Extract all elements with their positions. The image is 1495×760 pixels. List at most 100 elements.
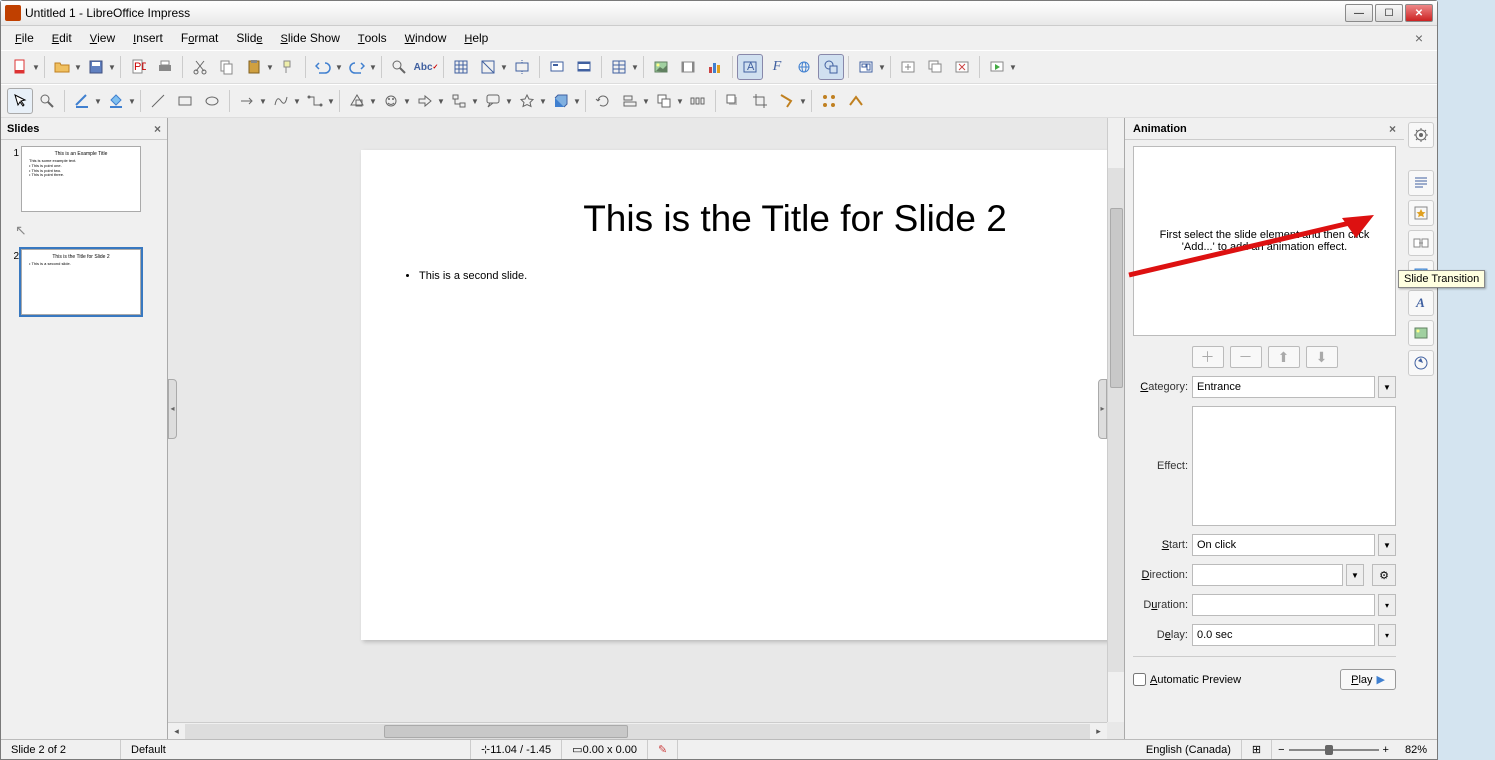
slide-title[interactable]: This is the Title for Slide 2 xyxy=(361,198,1124,240)
undo-dropdown[interactable]: ▼ xyxy=(335,63,343,72)
slides-panel-close[interactable]: × xyxy=(154,122,161,136)
open-button[interactable] xyxy=(49,54,75,80)
snap-button[interactable] xyxy=(475,54,501,80)
slide-layout-dropdown[interactable]: ▼ xyxy=(878,63,886,72)
arrow-dropdown[interactable]: ▼ xyxy=(259,97,267,106)
callout-button[interactable] xyxy=(480,88,506,114)
menu-format[interactable]: Format xyxy=(173,29,226,47)
new-dropdown[interactable]: ▼ xyxy=(32,63,40,72)
fit-page-button[interactable]: ⊞ xyxy=(1242,740,1272,759)
zoom-tool-button[interactable] xyxy=(34,88,60,114)
delay-spinner[interactable]: ▾ xyxy=(1378,624,1396,646)
slide-thumbnail-2[interactable]: This is the Title for Slide 2 • This is … xyxy=(21,249,141,315)
duplicate-slide-button[interactable] xyxy=(922,54,948,80)
zoom-slider[interactable]: − + xyxy=(1272,744,1395,756)
line-color-dropdown[interactable]: ▼ xyxy=(94,97,102,106)
rectangle-button[interactable] xyxy=(172,88,198,114)
vscroll-handle[interactable] xyxy=(1110,208,1123,388)
status-language[interactable]: English (Canada) xyxy=(1136,740,1242,759)
snap-dropdown[interactable]: ▼ xyxy=(500,63,508,72)
shapes-button[interactable] xyxy=(818,54,844,80)
connector-dropdown[interactable]: ▼ xyxy=(327,97,335,106)
menu-slideshow[interactable]: Slide Show xyxy=(273,29,348,47)
menu-tools[interactable]: Tools xyxy=(350,29,395,47)
connector-button[interactable] xyxy=(302,88,328,114)
save-button[interactable] xyxy=(83,54,109,80)
animation-panel-close[interactable]: × xyxy=(1389,122,1396,136)
curve-button[interactable] xyxy=(268,88,294,114)
crop-button[interactable] xyxy=(747,88,773,114)
rotate-button[interactable] xyxy=(590,88,616,114)
start-select[interactable]: On click xyxy=(1192,534,1375,556)
duration-input[interactable] xyxy=(1192,594,1375,616)
chart-button[interactable] xyxy=(702,54,728,80)
menu-insert[interactable]: Insert xyxy=(125,29,171,47)
distribute-button[interactable] xyxy=(685,88,711,114)
delay-input[interactable]: 0.0 sec xyxy=(1192,624,1375,646)
menu-view[interactable]: View xyxy=(82,29,123,47)
minimize-button[interactable]: — xyxy=(1345,4,1373,22)
filter-dropdown[interactable]: ▼ xyxy=(799,97,807,106)
stars-button[interactable] xyxy=(514,88,540,114)
shadow-button[interactable] xyxy=(720,88,746,114)
duration-spinner[interactable]: ▾ xyxy=(1378,594,1396,616)
canvas-area[interactable]: ◂ This is the Title for Slide 2 This is … xyxy=(168,118,1124,739)
maximize-button[interactable]: ☐ xyxy=(1375,4,1403,22)
remove-effect-button[interactable]: － xyxy=(1230,346,1262,368)
clone-format-button[interactable] xyxy=(275,54,301,80)
open-dropdown[interactable]: ▼ xyxy=(74,63,82,72)
3d-button[interactable] xyxy=(548,88,574,114)
new-slide-button[interactable] xyxy=(895,54,921,80)
paste-button[interactable] xyxy=(241,54,267,80)
slide-canvas[interactable]: This is the Title for Slide 2 This is a … xyxy=(361,150,1124,640)
3d-dropdown[interactable]: ▼ xyxy=(573,97,581,106)
menu-file[interactable]: File xyxy=(7,29,42,47)
navigator-tab[interactable] xyxy=(1408,350,1434,376)
collapse-right-grip[interactable]: ▸ xyxy=(1098,379,1107,439)
auto-preview-checkbox[interactable]: Automatic Preview xyxy=(1133,673,1241,686)
fill-color-button[interactable] xyxy=(103,88,129,114)
select-tool-button[interactable] xyxy=(7,88,33,114)
category-dropdown[interactable]: ▼ xyxy=(1378,376,1396,398)
table-dropdown[interactable]: ▼ xyxy=(631,63,639,72)
slides-list[interactable]: 1 This is an Example Title This is some … xyxy=(1,140,167,739)
direction-dropdown[interactable]: ▼ xyxy=(1346,564,1364,586)
spellcheck-button[interactable]: Abc✓ xyxy=(413,54,439,80)
media-button[interactable] xyxy=(675,54,701,80)
direction-options-button[interactable]: ⚙ xyxy=(1372,564,1396,586)
collapse-left-grip[interactable]: ◂ xyxy=(168,379,177,439)
block-arrows-button[interactable] xyxy=(412,88,438,114)
hyperlink-button[interactable] xyxy=(791,54,817,80)
paste-dropdown[interactable]: ▼ xyxy=(266,63,274,72)
menu-help[interactable]: Help xyxy=(456,29,496,47)
menu-slide[interactable]: Slide xyxy=(228,29,270,47)
block-arrows-dropdown[interactable]: ▼ xyxy=(437,97,445,106)
basic-shapes-button[interactable] xyxy=(344,88,370,114)
flowchart-button[interactable] xyxy=(446,88,472,114)
flowchart-dropdown[interactable]: ▼ xyxy=(471,97,479,106)
symbol-shapes-dropdown[interactable]: ▼ xyxy=(403,97,411,106)
arrow-button[interactable] xyxy=(234,88,260,114)
delete-slide-button[interactable] xyxy=(949,54,975,80)
textbox-button[interactable]: A xyxy=(737,54,763,80)
start-dropdown[interactable]: ▼ xyxy=(1378,534,1396,556)
undo-button[interactable] xyxy=(310,54,336,80)
start-slideshow-dropdown[interactable]: ▼ xyxy=(1009,63,1017,72)
slide-layout-button[interactable] xyxy=(853,54,879,80)
ellipse-button[interactable] xyxy=(199,88,225,114)
symbol-shapes-button[interactable] xyxy=(378,88,404,114)
callout-dropdown[interactable]: ▼ xyxy=(505,97,513,106)
play-button[interactable]: Play ▶ xyxy=(1340,669,1396,690)
helplines-button[interactable] xyxy=(509,54,535,80)
header-footer-button[interactable] xyxy=(571,54,597,80)
menu-window[interactable]: Window xyxy=(397,29,455,47)
line-color-button[interactable] xyxy=(69,88,95,114)
sidebar-settings-button[interactable] xyxy=(1408,122,1434,148)
move-down-button[interactable]: ⬇ xyxy=(1306,346,1338,368)
grid-button[interactable] xyxy=(448,54,474,80)
hscroll-left-button[interactable]: ◂ xyxy=(168,724,185,739)
stars-dropdown[interactable]: ▼ xyxy=(539,97,547,106)
vertical-scrollbar[interactable] xyxy=(1107,118,1124,722)
zoom-in-button[interactable]: + xyxy=(1383,744,1389,756)
category-select[interactable]: Entrance xyxy=(1192,376,1375,398)
